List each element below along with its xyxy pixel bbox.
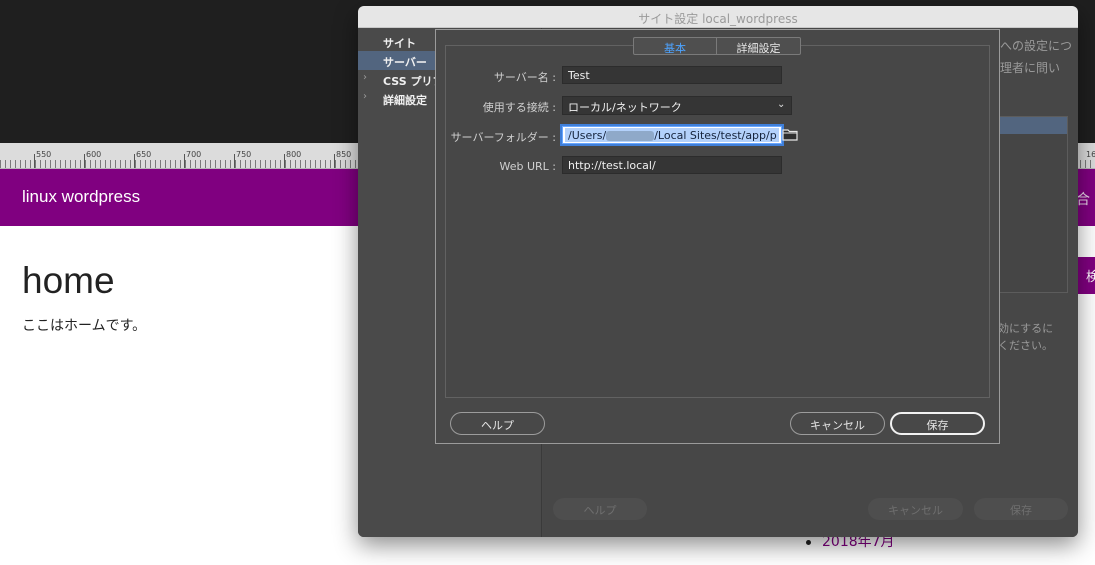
ruler-major-tick: [84, 154, 85, 168]
chevron-right-icon[interactable]: ›: [363, 72, 367, 83]
page-body-text: ここはホームです。: [22, 318, 147, 334]
info-text: への設定につ: [1000, 39, 1073, 53]
chevron-down-icon: ⌄: [777, 99, 786, 110]
ruler-major-tick: [234, 154, 235, 168]
server-name-label: サーバー名 :: [493, 71, 556, 84]
server-folder-value-prefix: /Users/: [568, 129, 607, 142]
web-url-field[interactable]: http://test.local/: [562, 156, 782, 174]
cancel-button[interactable]: キャンセル: [790, 412, 885, 435]
ruler-label: 850: [336, 150, 352, 159]
info-text: ください。: [998, 339, 1053, 352]
ruler-label: 750: [236, 150, 252, 159]
server-name-field[interactable]: Test: [562, 66, 782, 84]
connection-label: 使用する接続 :: [482, 101, 556, 114]
ruler-label: 650: [136, 150, 152, 159]
page-title: home: [22, 260, 115, 301]
web-url-label: Web URL :: [499, 160, 556, 173]
ruler-label: 550: [36, 150, 52, 159]
ruler-label: 16: [1086, 150, 1095, 159]
connection-select-value: ローカル/ネットワーク: [568, 101, 682, 114]
sidebar-item-label: サイト: [383, 37, 416, 50]
info-text: 効にするに: [998, 322, 1054, 335]
save-button[interactable]: 保存: [890, 412, 985, 435]
ruler-major-tick: [34, 154, 35, 168]
ruler-label: 600: [86, 150, 102, 159]
chevron-right-icon[interactable]: ›: [363, 91, 367, 102]
server-folder-value-suffix: /Local Sites/test/app/p: [654, 129, 777, 142]
sidebar-item-label: サーバー: [383, 56, 427, 69]
ruler-major-tick: [284, 154, 285, 168]
ruler-major-tick: [184, 154, 185, 168]
search-button[interactable]: 検: [1078, 257, 1095, 294]
server-folder-field[interactable]: /Users/ /Local Sites/test/app/p: [562, 126, 782, 144]
ruler-major-tick: [134, 154, 135, 168]
server-list-row-selected[interactable]: [999, 117, 1067, 134]
tab-basic[interactable]: 基本: [633, 37, 717, 55]
tab-advanced[interactable]: 詳細設定: [717, 37, 801, 55]
dialog-titlebar[interactable]: サイト設定 local_wordpress: [358, 6, 1078, 28]
server-folder-label: サーバーフォルダー :: [450, 131, 556, 144]
ruler-label: 800: [286, 150, 302, 159]
list-bullet: [806, 540, 811, 545]
folder-icon[interactable]: [782, 128, 798, 141]
help-button[interactable]: ヘルプ: [553, 498, 647, 520]
server-list[interactable]: [998, 116, 1068, 293]
info-text: 理者に問い: [1000, 61, 1061, 75]
help-button[interactable]: ヘルプ: [450, 412, 545, 435]
dialog-title: サイト設定 local_wordpress: [638, 12, 798, 26]
ruler-label: 700: [186, 150, 202, 159]
site-title[interactable]: linux wordpress: [22, 187, 140, 207]
redacted-username: [606, 131, 655, 141]
server-folder-value: /Users/ /Local Sites/test/app/p: [565, 128, 779, 142]
cancel-button[interactable]: キャンセル: [868, 498, 963, 520]
connection-select[interactable]: ローカル/ネットワーク: [562, 96, 792, 115]
save-button[interactable]: 保存: [974, 498, 1068, 520]
ruler-major-tick: [334, 154, 335, 168]
